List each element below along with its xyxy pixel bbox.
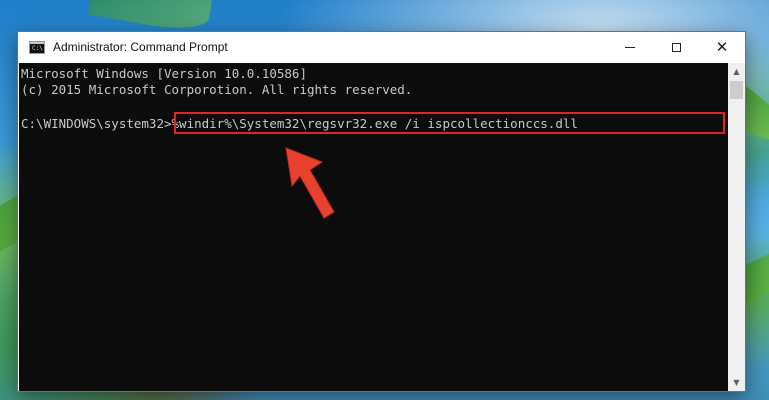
command-highlight-box <box>174 112 725 134</box>
scroll-up-arrow-icon[interactable]: ▲ <box>728 63 745 80</box>
cmd-icon[interactable]: C:\ <box>29 41 45 54</box>
red-arrow-annotation-icon <box>285 147 335 219</box>
console-line-version: Microsoft Windows [Version 10.0.10586] <box>21 66 307 81</box>
window-title: Administrator: Command Prompt <box>53 40 228 54</box>
maximize-icon <box>671 43 681 52</box>
minimize-button[interactable] <box>607 32 653 63</box>
title-bar[interactable]: C:\ Administrator: Command Prompt ✕ <box>18 32 745 64</box>
palm-leaf-decoration <box>87 0 213 36</box>
scrollbar-thumb[interactable] <box>730 81 743 99</box>
console-prompt: C:\WINDOWS\system32> <box>21 116 172 131</box>
maximize-button[interactable] <box>653 32 699 63</box>
console-line-copyright: (c) 2015 Microsoft Corporotion. All righ… <box>21 82 413 97</box>
close-button[interactable]: ✕ <box>699 32 745 63</box>
vertical-scrollbar[interactable]: ▲ ▼ <box>728 63 745 391</box>
cmd-icon-text: C:\ <box>32 45 43 52</box>
close-icon: ✕ <box>715 38 729 56</box>
cmd-icon-bar <box>30 42 44 44</box>
minimize-icon <box>625 47 635 48</box>
scroll-down-arrow-icon[interactable]: ▼ <box>728 374 745 391</box>
console-output[interactable]: Microsoft Windows [Version 10.0.10586] (… <box>19 63 728 391</box>
command-prompt-window: C:\ Administrator: Command Prompt ✕ Micr… <box>17 31 746 392</box>
